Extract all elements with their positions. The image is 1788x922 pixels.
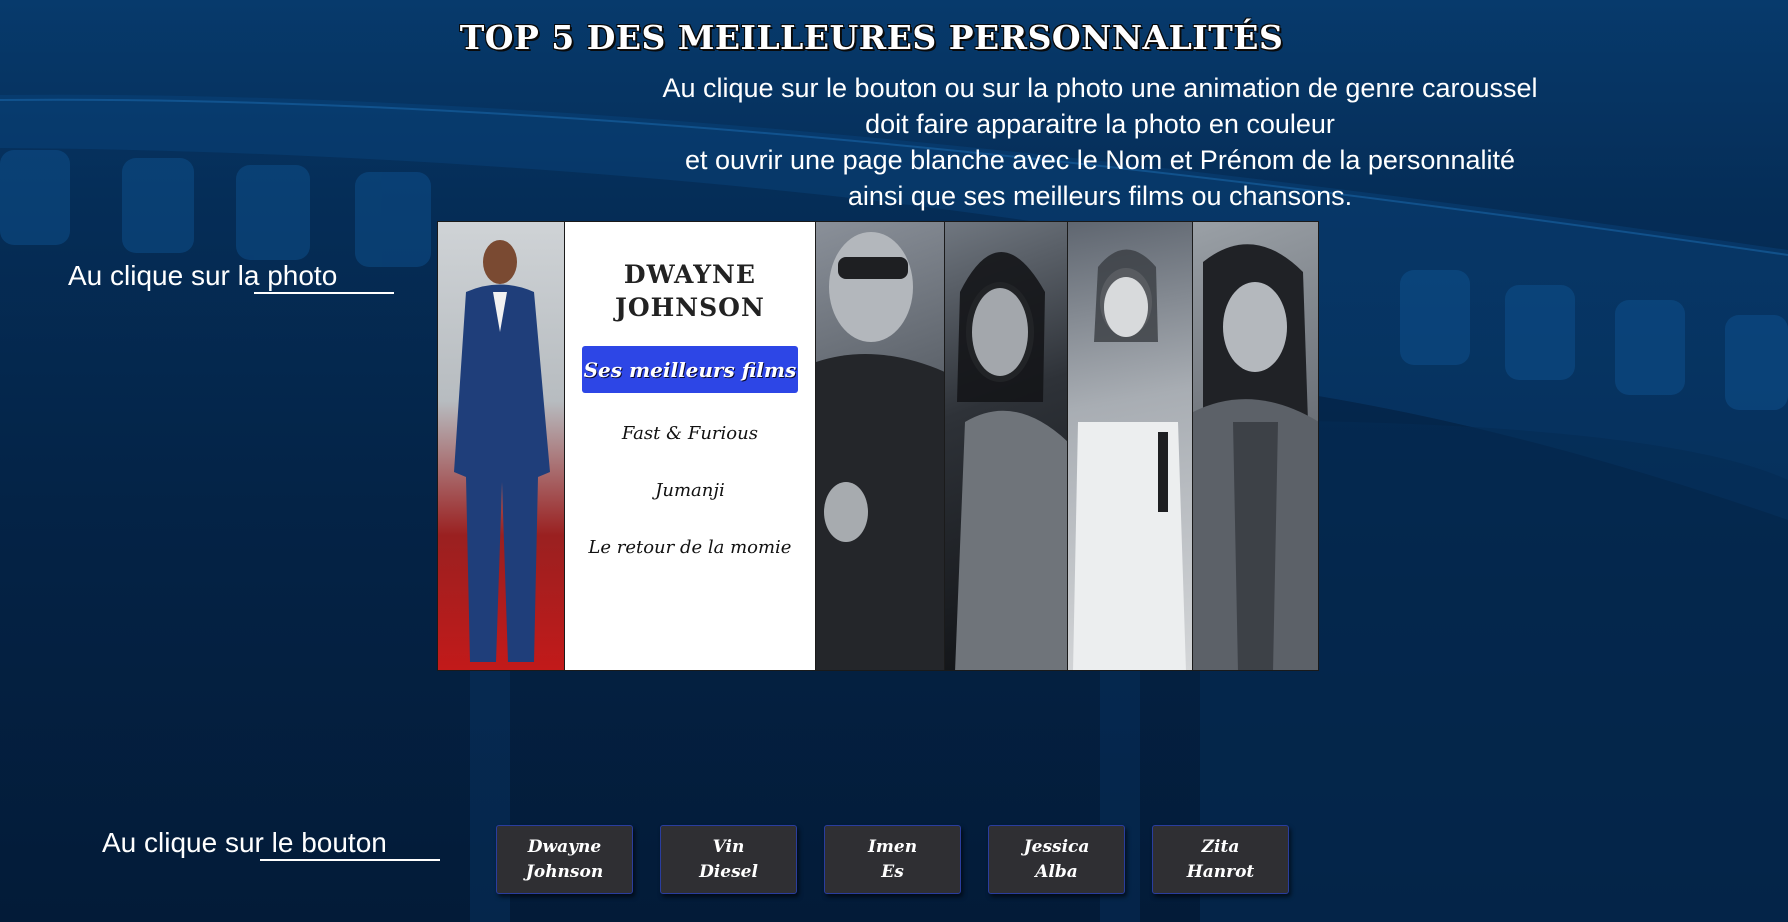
first-name: DWAYNE	[623, 260, 756, 289]
page-title: TOP 5 DES MEILLEURES PERSONNALITÉS	[459, 18, 1284, 57]
button-line: Alba	[1035, 861, 1078, 882]
description-line: et ouvrir une page blanche avec le Nom e…	[685, 145, 1515, 175]
person-silhouette-icon	[954, 252, 1067, 670]
button-line: Dwayne	[527, 836, 602, 857]
button-line: Es	[881, 861, 904, 882]
button-line: Johnson	[525, 861, 604, 882]
button-click-label-text: Au clique sur le bouton	[102, 827, 387, 858]
photo-click-label-text: Au clique sur la photo	[68, 260, 338, 291]
best-films-button[interactable]: Ses meilleurs films	[581, 346, 798, 393]
person-silhouette-icon	[1193, 244, 1318, 670]
button-line: Imen	[867, 836, 918, 857]
film-item: Le retour de la momie	[588, 537, 792, 558]
button-zita-hanrot[interactable]: Zita Hanrot	[1152, 825, 1289, 894]
description-line: doit faire apparaitre la photo en couleu…	[865, 109, 1335, 139]
photo-dwayne-johnson[interactable]	[438, 222, 564, 670]
description-line: ainsi que ses meilleurs films ou chanson…	[847, 181, 1353, 211]
underline	[260, 859, 440, 861]
photo-imen-es[interactable]	[943, 222, 1067, 670]
photo-jessica-alba[interactable]	[1066, 222, 1193, 670]
description: Au clique sur le bouton ou sur la photo …	[560, 70, 1640, 214]
personality-buttons: Dwayne Johnson Vin Diesel Imen Es Jessic…	[496, 825, 1316, 894]
person-silhouette-icon	[1072, 249, 1186, 670]
description-line: Au clique sur le bouton ou sur la photo …	[662, 73, 1538, 103]
carousel: DWAYNE JOHNSON Ses meilleurs films Fast …	[437, 221, 1319, 671]
button-line: Diesel	[699, 861, 758, 882]
last-name: JOHNSON	[615, 293, 765, 322]
person-silhouette-icon	[816, 232, 944, 670]
personality-name: DWAYNE JOHNSON	[590, 258, 790, 324]
button-jessica-alba[interactable]: Jessica Alba	[988, 825, 1125, 894]
photo-click-label: Au clique sur la photo	[68, 260, 394, 294]
photo-vin-diesel[interactable]	[815, 222, 944, 670]
button-click-label: Au clique sur le bouton	[102, 827, 440, 861]
personality-card: DWAYNE JOHNSON Ses meilleurs films Fast …	[563, 222, 816, 670]
button-vin-diesel[interactable]: Vin Diesel	[660, 825, 797, 894]
photo-zita-hanrot[interactable]	[1192, 222, 1318, 670]
underline	[254, 292, 394, 294]
button-dwayne-johnson[interactable]: Dwayne Johnson	[496, 825, 633, 894]
person-silhouette-icon	[454, 240, 550, 662]
button-line: Zita	[1201, 836, 1240, 857]
button-imen-es[interactable]: Imen Es	[824, 825, 961, 894]
button-line: Jessica	[1023, 836, 1090, 857]
film-item: Jumanji	[655, 480, 725, 501]
film-list: Fast & Furious Jumanji Le retour de la m…	[565, 423, 815, 594]
film-item: Fast & Furious	[621, 423, 758, 444]
button-line: Vin	[712, 836, 745, 857]
button-line: Hanrot	[1186, 861, 1255, 882]
